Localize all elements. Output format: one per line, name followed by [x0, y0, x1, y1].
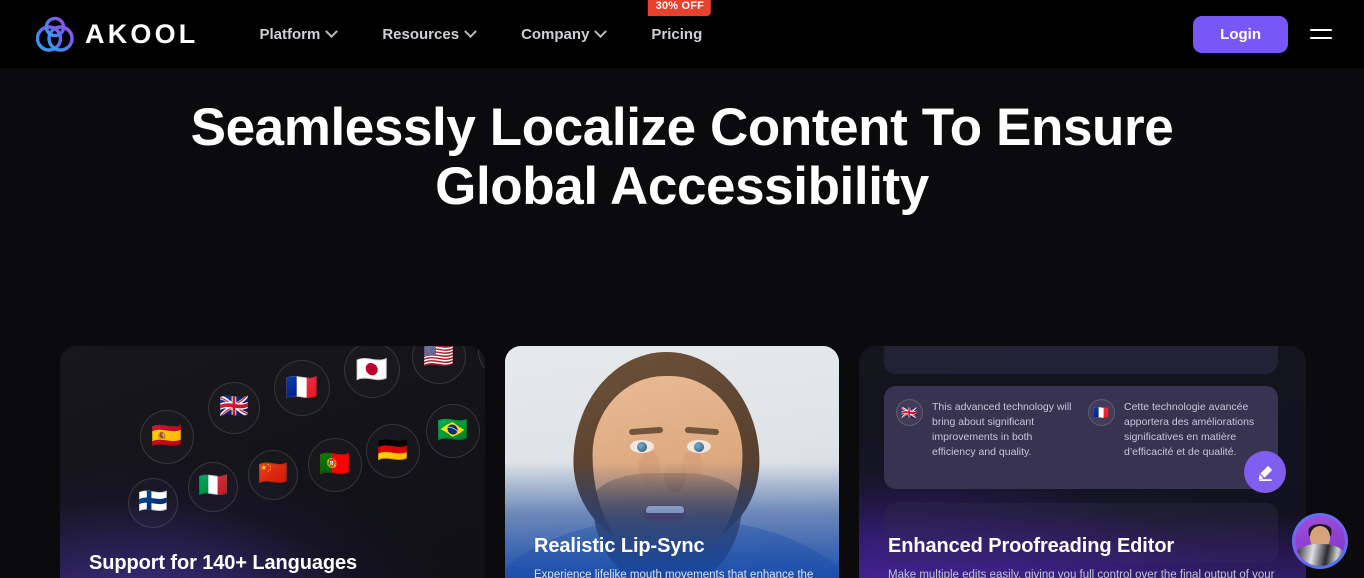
flag-finland: 🇫🇮 — [128, 478, 178, 528]
site-header: AKOOL Platform Resources Company 30% OFF… — [0, 0, 1364, 68]
card-title: Enhanced Proofreading Editor — [888, 534, 1175, 557]
flag-glyph: 🇧🇷 — [437, 415, 469, 444]
hamburger-line — [1310, 37, 1332, 39]
card-caption: Support for 140+ Languages Streamline yo… — [89, 551, 463, 578]
flag-glyph: 🇺🇸 — [423, 346, 455, 370]
nav-item-company[interactable]: Company — [498, 18, 628, 51]
chevron-down-icon — [325, 24, 339, 38]
flag-glyph: 🇫🇮 — [138, 488, 168, 515]
feature-card-editor[interactable]: 🇬🇧 This advanced technology will bring a… — [859, 346, 1306, 578]
nav-label: Platform — [259, 25, 321, 43]
translation-block-french: 🇫🇷 Cette technologie avancée apportera d… — [1088, 399, 1264, 489]
flag-brazil: 🇧🇷 — [426, 404, 480, 458]
translation-text-english: This advanced technology will bring abou… — [932, 401, 1072, 458]
flag-glyph: 🇵🇹 — [319, 449, 351, 478]
avatar — [1295, 516, 1345, 566]
flag-glyph: 🇨🇳 — [258, 460, 288, 487]
card-caption: Enhanced Proofreading Editor Make multip… — [888, 534, 1284, 578]
login-button[interactable]: Login — [1193, 15, 1288, 53]
flag-france-icon: 🇫🇷 — [1088, 399, 1115, 426]
flag-glyph: 🇩🇪 — [377, 435, 409, 464]
flag-china: 🇨🇳 — [248, 450, 298, 500]
flag-united-kingdom: 🇬🇧 — [208, 382, 260, 434]
flag-nigeria: 🇳🇬 — [478, 346, 485, 378]
card-description: Make multiple edits easily, giving you f… — [888, 568, 1275, 578]
nav-item-pricing[interactable]: 30% OFF Pricing — [628, 0, 725, 51]
nav-label: Resources — [382, 25, 460, 43]
flag-portugal: 🇵🇹 — [308, 438, 362, 492]
pencil-edit-icon-button[interactable] — [1244, 451, 1286, 493]
flag-united-kingdom-icon: 🇬🇧 — [896, 399, 923, 426]
flag-united-states: 🇺🇸 — [412, 346, 466, 384]
avatar-body — [1296, 544, 1344, 566]
card-title: Support for 140+ Languages — [89, 551, 358, 574]
flag-glyph: 🇬🇧 — [219, 393, 249, 420]
flag-italy: 🇮🇹 — [188, 462, 238, 512]
flag-france: 🇫🇷 — [274, 360, 330, 416]
hamburger-line — [1310, 29, 1332, 31]
flag-spain: 🇪🇸 — [140, 410, 194, 464]
feature-card-row: 🇪🇸🇬🇧🇫🇷🇯🇵🇺🇸🇳🇬🇿🇦🇧🇷🇩🇪🇵🇹🇨🇳🇮🇹🇫🇮 Support for 1… — [60, 346, 1306, 578]
card-caption: Realistic Lip-Sync Experience lifelike m… — [534, 534, 817, 578]
hero-section: Seamlessly Localize Content To Ensure Gl… — [0, 68, 1364, 578]
chevron-down-icon — [594, 24, 608, 38]
editor-panel-top — [884, 346, 1278, 374]
flag-glyph: 🇫🇷 — [285, 372, 319, 402]
promo-discount-badge: 30% OFF — [647, 0, 712, 16]
logo-text: AKOOL — [85, 18, 199, 49]
nav-label: Company — [521, 25, 590, 43]
card-title: Realistic Lip-Sync — [534, 534, 705, 557]
card-description: Experience lifelike mouth movements that… — [534, 568, 814, 578]
page-title: Seamlessly Localize Content To Ensure Gl… — [190, 98, 1174, 217]
chevron-down-icon — [464, 24, 477, 38]
main-nav: Platform Resources Company 30% OFF Prici… — [237, 0, 726, 51]
flag-japan: 🇯🇵 — [344, 346, 400, 398]
pencil-edit-icon — [1258, 465, 1272, 481]
header-actions: Login — [1193, 15, 1332, 53]
flag-glyph: 🇪🇸 — [151, 421, 183, 450]
nav-item-resources[interactable]: Resources — [359, 18, 498, 51]
flag-glyph: 🇮🇹 — [198, 472, 228, 499]
nav-item-platform[interactable]: Platform — [237, 18, 360, 51]
translation-block-english: 🇬🇧 This advanced technology will bring a… — [896, 399, 1072, 489]
logo[interactable]: AKOOL — [36, 16, 199, 52]
flag-germany: 🇩🇪 — [366, 424, 420, 478]
flag-glyph: 🇯🇵 — [355, 354, 389, 384]
akool-logo-icon — [36, 16, 74, 52]
feature-card-lipsync[interactable]: Realistic Lip-Sync Experience lifelike m… — [505, 346, 839, 578]
support-agent-avatar[interactable] — [1292, 513, 1348, 569]
translation-text-french: Cette technologie avancée apportera des … — [1124, 401, 1255, 458]
feature-card-languages[interactable]: 🇪🇸🇬🇧🇫🇷🇯🇵🇺🇸🇳🇬🇿🇦🇧🇷🇩🇪🇵🇹🇨🇳🇮🇹🇫🇮 Support for 1… — [60, 346, 485, 578]
editor-panel-translations: 🇬🇧 This advanced technology will bring a… — [884, 386, 1278, 489]
hamburger-menu-icon[interactable] — [1310, 25, 1332, 43]
nav-label: Pricing — [651, 25, 703, 43]
